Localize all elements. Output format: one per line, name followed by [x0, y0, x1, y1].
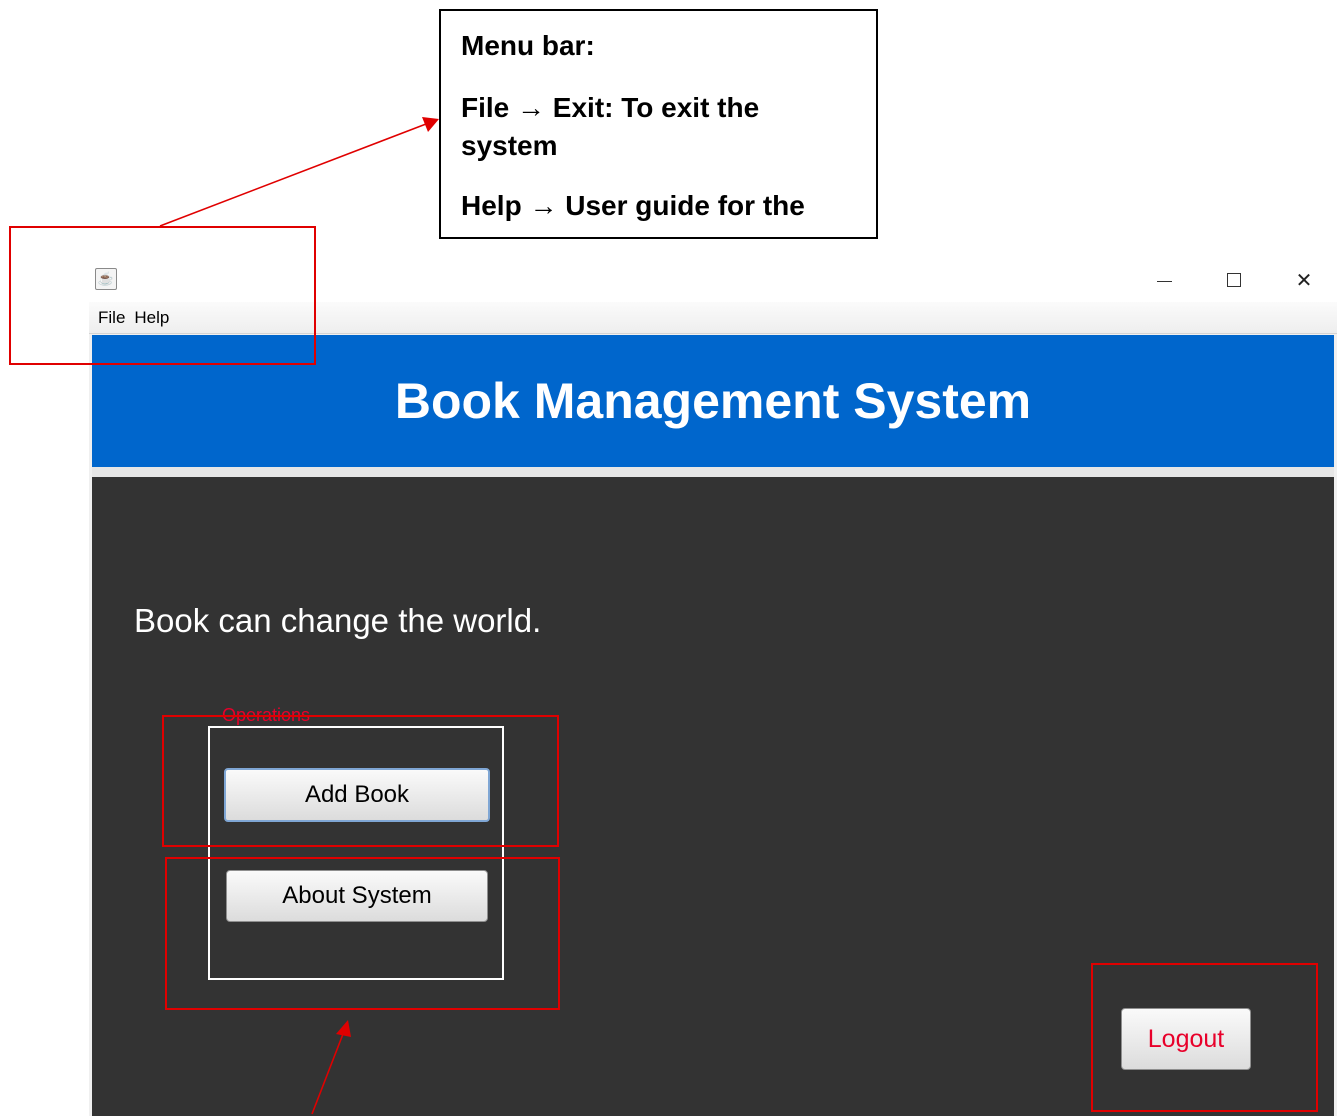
annotation-arrowhead-menu: [422, 117, 439, 132]
maximize-icon: [1227, 273, 1241, 287]
annotation-box-logout: [1091, 963, 1318, 1112]
close-icon: ✕: [1295, 268, 1313, 292]
header-divider: [92, 467, 1334, 477]
annotation-callout: Menu bar: File → Exit: To exit the syste…: [439, 9, 878, 239]
page-title: Book Management System: [394, 373, 1032, 429]
annotation-line-3: Help → User guide for the: [461, 190, 805, 221]
motto-text: Book can change the world.: [134, 602, 542, 639]
maximize-button[interactable]: [1214, 264, 1254, 296]
annotation-line-2: File → Exit: To exit the system: [461, 92, 760, 161]
annotation-box-about-system: [165, 857, 560, 1010]
annotation-line-1: Menu bar:: [461, 30, 595, 61]
annotation-arrow-menu: [159, 123, 427, 227]
close-button[interactable]: ✕: [1284, 264, 1324, 296]
minimize-button[interactable]: [1144, 264, 1184, 296]
minimize-icon: [1156, 280, 1172, 282]
annotation-box-add-book: [162, 715, 559, 847]
annotation-box-menu: [9, 226, 316, 365]
